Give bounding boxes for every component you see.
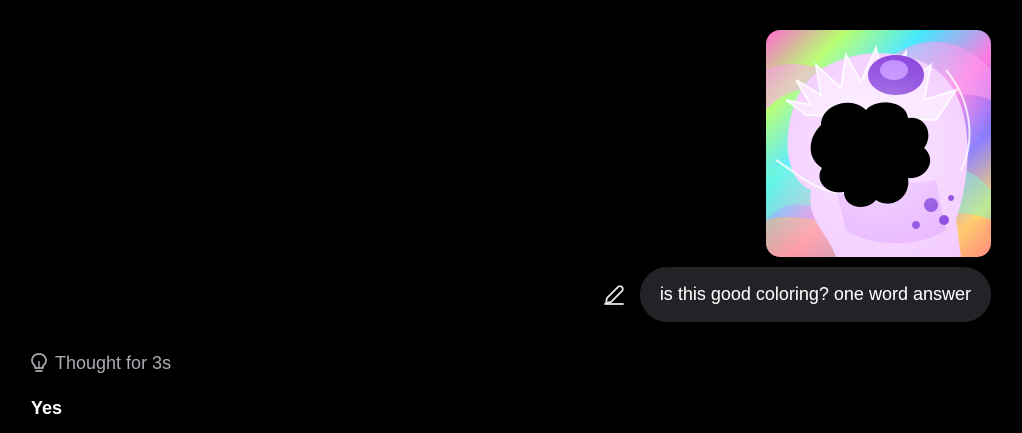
assistant-answer: Yes — [31, 398, 63, 418]
user-message-row: is this good coloring? one word answer — [600, 267, 991, 322]
chat-page: is this good coloring? one word answer T… — [0, 0, 1022, 433]
user-message-text: is this good coloring? one word answer — [659, 284, 971, 304]
pencil-icon — [603, 284, 624, 305]
thought-label: Thought for 3s — [55, 352, 172, 373]
image-attachment[interactable] — [766, 30, 991, 257]
user-message-bubble: is this good coloring? one word answer — [639, 267, 991, 322]
attachment-artwork — [766, 30, 991, 257]
edit-message-button[interactable] — [600, 281, 628, 309]
thought-toggle[interactable]: Thought for 3s — [29, 352, 171, 374]
lightbulb-icon — [31, 353, 47, 372]
